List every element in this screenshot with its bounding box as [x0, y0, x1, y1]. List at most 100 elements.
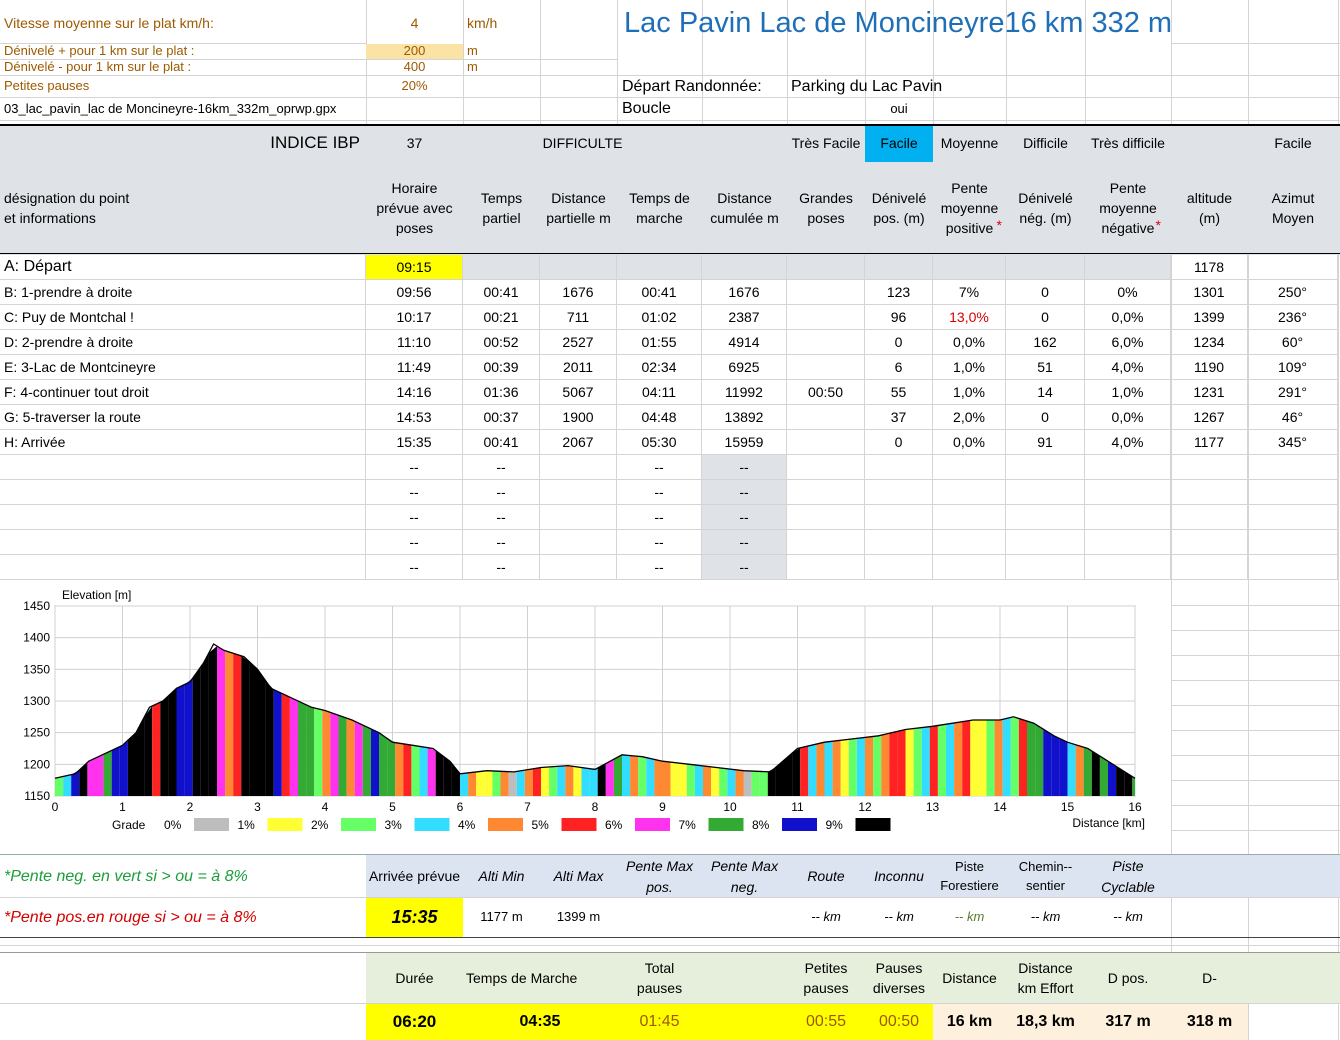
elevation-strip: [905, 728, 914, 796]
cell-name: F: 4-continuer tout droit: [0, 380, 366, 405]
level-moyenne: Moyenne: [940, 135, 999, 152]
elevation-strip: [55, 776, 64, 796]
cell-az: 291°: [1248, 380, 1338, 405]
cell-pneg: [1085, 255, 1171, 280]
cell-name: E: 3-Lac de Montcineyre: [0, 355, 366, 380]
cell-dpos: 0: [865, 430, 933, 455]
cell-tm: 02:34: [617, 355, 702, 380]
y-tick-label: 1400: [23, 631, 50, 645]
cell-tm: 05:30: [617, 430, 702, 455]
cell-gp: [787, 330, 865, 355]
difficulty-label: DIFFICULTE: [542, 135, 623, 152]
level-tres-facile: Très Facile: [791, 135, 861, 152]
cell-dp: 5067: [540, 380, 617, 405]
x-tick-label: 8: [592, 800, 599, 814]
pente-pos-star: *: [996, 216, 1002, 233]
pauses-value[interactable]: 20%: [366, 76, 463, 97]
speed-value[interactable]: 4: [366, 5, 463, 41]
cell-empty: --: [617, 530, 702, 555]
cell-dpos: 123: [865, 280, 933, 305]
speed-label: Vitesse moyenne sur le plat km/h:: [4, 14, 214, 31]
cell-empty: [0, 555, 366, 580]
cell-empty: [1006, 480, 1085, 505]
elevation-strip: [638, 756, 647, 796]
cell-name: H: Arrivée: [0, 430, 366, 455]
cell-dc: 4914: [702, 330, 787, 355]
cell-tp: 00:41: [463, 280, 540, 305]
v-duree: 06:20: [366, 1004, 463, 1040]
cell-name: A: Départ: [0, 255, 366, 280]
cell-alt: 1178: [1171, 255, 1248, 280]
x-tick-label: 3: [254, 800, 261, 814]
elevation-strip: [330, 712, 339, 796]
cell-tp: 01:36: [463, 380, 540, 405]
cell-empty: [1248, 505, 1338, 530]
v-temps-marche: 04:35: [463, 1004, 617, 1040]
ibp-value: 37: [406, 135, 423, 152]
cell-empty: [933, 530, 1006, 555]
legend-swatch: [194, 818, 229, 831]
cell-empty: --: [702, 555, 787, 580]
boucle-value[interactable]: oui: [865, 98, 933, 120]
cell-horaire: 11:10: [366, 330, 463, 355]
cell-empty: --: [366, 555, 463, 580]
elevation-strip: [921, 726, 930, 796]
level-tres-difficile: Très difficile: [1091, 135, 1165, 152]
elevation-strip: [970, 720, 979, 796]
cell-empty: [1085, 505, 1171, 530]
depart-value[interactable]: Parking du Lac Pavin: [787, 76, 1087, 97]
elevation-strip: [395, 742, 404, 796]
cell-alt: 1399: [1171, 305, 1248, 330]
header-horaire: Horaire prévue avec poses: [376, 179, 453, 237]
legend-swatch: [635, 818, 670, 831]
cell-empty: [1171, 505, 1248, 530]
elevation-strip: [549, 766, 558, 796]
page-title: Lac Pavin Lac de Moncineyre16 km 332 m: [624, 6, 1173, 39]
elevation-strip: [403, 743, 412, 796]
elevation-strip: [678, 763, 687, 796]
cell-empty: --: [366, 505, 463, 530]
cell-empty: --: [463, 555, 540, 580]
cell-empty: --: [702, 480, 787, 505]
cell-empty: --: [366, 480, 463, 505]
header-temps-partiel: Temps partiel: [480, 189, 523, 226]
elevation-strip: [144, 706, 153, 796]
elevation-strip: [1059, 738, 1068, 796]
cell-empty: [540, 555, 617, 580]
elevation-strip: [711, 766, 720, 796]
cell-ppos: [933, 255, 1006, 280]
x-tick-label: 12: [858, 800, 872, 814]
dplus-value[interactable]: 200: [366, 44, 463, 59]
elevation-strip: [241, 655, 250, 796]
elevation-strip: [865, 736, 874, 796]
elevation-strip: [670, 762, 679, 796]
elevation-strip: [1132, 776, 1135, 796]
cell-empty: [1085, 455, 1171, 480]
elevation-strip: [63, 774, 72, 796]
cell-ppos: 7%: [933, 280, 1006, 305]
h-chemin-sentier: Chemin-- sentier: [1018, 858, 1073, 893]
cell-gp: [787, 255, 865, 280]
legend-swatch: [855, 818, 891, 831]
cell-empty: --: [617, 455, 702, 480]
elevation-strip: [346, 718, 355, 796]
elevation-strip: [646, 757, 655, 796]
cell-az: [1248, 255, 1338, 280]
cell-dpos: 37: [865, 405, 933, 430]
cell-dneg: 91: [1006, 430, 1085, 455]
elevation-strip: [962, 720, 971, 796]
cell-empty: [933, 480, 1006, 505]
h-route: Route: [807, 868, 845, 885]
elevation-strip: [524, 768, 533, 796]
cell-empty: [1006, 455, 1085, 480]
x-tick-label: 9: [659, 800, 666, 814]
dminus-value[interactable]: 400: [366, 60, 463, 75]
cell-dpos: 0: [865, 330, 933, 355]
x-tick-label: 16: [1128, 800, 1142, 814]
legend-swatch: [488, 818, 523, 831]
cell-dpos: 6: [865, 355, 933, 380]
dminus-label: Dénivelé - pour 1 km sur le plat :: [4, 60, 192, 75]
h-petites-pauses: Petites pauses: [803, 959, 849, 996]
elevation-strip: [824, 741, 833, 796]
h-inconnu: Inconnu: [874, 868, 924, 885]
